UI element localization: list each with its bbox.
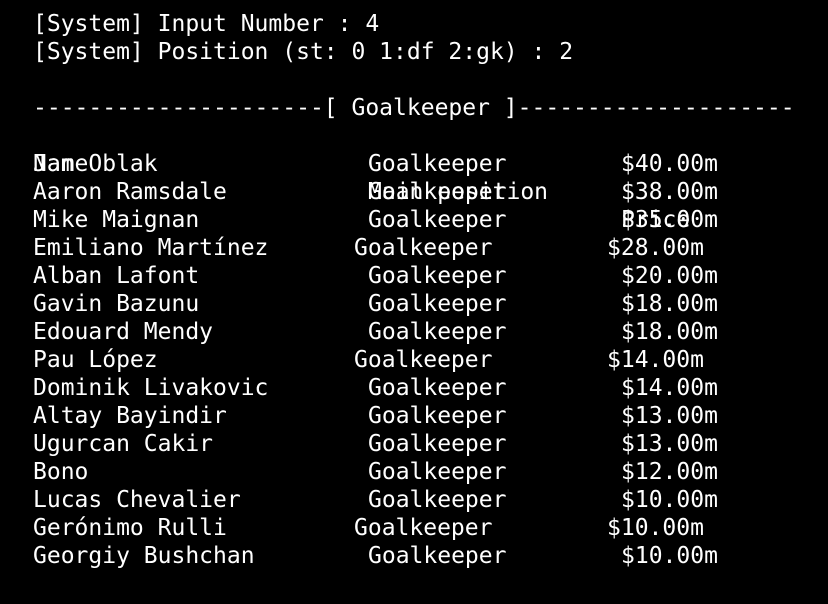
player-position: Goalkeeper <box>368 487 507 513</box>
table-row: Jan Oblak Goalkeeper $40.00m <box>33 150 828 178</box>
table-row: Georgiy Bushchan Goalkeeper $10.00m <box>33 542 828 570</box>
player-position: Goalkeeper <box>368 403 507 429</box>
player-name: Emiliano Martínez <box>33 235 269 261</box>
player-name: Dominik Livakovic <box>33 375 269 401</box>
table-row: Lucas Chevalier Goalkeeper $10.00m <box>33 486 828 514</box>
player-position: Goalkeeper <box>368 459 507 485</box>
player-price: $28.00m <box>607 235 704 261</box>
player-price: $10.00m <box>621 487 718 513</box>
player-name: Alban Lafont <box>33 263 200 289</box>
player-name: Mike Maignan <box>33 207 200 233</box>
table-row: Altay Bayindir Goalkeeper $13.00m <box>33 402 828 430</box>
player-position: Goalkeeper <box>368 291 507 317</box>
table-header: Name Main position Price <box>33 122 828 233</box>
player-price: $13.00m <box>621 403 718 429</box>
player-position: Goalkeeper <box>368 319 507 345</box>
player-name: Edouard Mendy <box>33 319 214 345</box>
player-price: $35.00m <box>621 207 718 233</box>
table-row: Mike Maignan Goalkeeper $35.00m <box>33 206 828 234</box>
player-price: $14.00m <box>607 347 704 373</box>
player-price: $18.00m <box>621 291 718 317</box>
player-position: Goalkeeper <box>368 543 507 569</box>
player-position: Goalkeeper <box>354 515 493 541</box>
player-name: Bono <box>33 459 89 485</box>
player-price: $18.00m <box>621 319 718 345</box>
player-position: Goalkeeper <box>368 207 507 233</box>
player-price: $14.00m <box>621 375 718 401</box>
player-name: Pau López <box>33 347 158 373</box>
player-position: Goalkeeper <box>354 235 493 261</box>
player-price: $20.00m <box>621 263 718 289</box>
player-price: $13.00m <box>621 431 718 457</box>
player-name: Gavin Bazunu <box>33 291 200 317</box>
player-price: $40.00m <box>621 151 718 177</box>
table-row: Ugurcan Cakir Goalkeeper $13.00m <box>33 430 828 458</box>
player-name: Ugurcan Cakir <box>33 431 214 457</box>
player-position: Goalkeeper <box>368 263 507 289</box>
table-row: Emiliano Martínez Goalkeeper $28.00m <box>33 234 828 262</box>
system-position-line: [System] Position (st: 0 1:df 2:gk) : 2 <box>33 39 574 65</box>
player-position: Goalkeeper <box>354 347 493 373</box>
player-price: $12.00m <box>621 459 718 485</box>
player-position: Goalkeeper <box>368 151 507 177</box>
table-row: Pau López Goalkeeper $14.00m <box>33 346 828 374</box>
player-position: Goalkeeper <box>368 375 507 401</box>
player-name: Altay Bayindir <box>33 403 227 429</box>
player-position: Goalkeeper <box>368 431 507 457</box>
player-price: $10.00m <box>607 515 704 541</box>
table-row: Aaron Ramsdale Goalkeeper $38.00m <box>33 178 828 206</box>
table-row: Gavin Bazunu Goalkeeper $18.00m <box>33 290 828 318</box>
table-row: Gerónimo Rulli Goalkeeper $10.00m <box>33 514 828 542</box>
terminal-window[interactable]: [System] Input Number : 4 [System] Posit… <box>0 0 828 604</box>
system-input-line: [System] Input Number : 4 <box>33 11 380 37</box>
player-price: $38.00m <box>621 179 718 205</box>
player-position: Goalkeeper <box>368 179 507 205</box>
player-list: Jan Oblak Goalkeeper $40.00m Aaron Ramsdale… <box>33 150 828 570</box>
player-price: $10.00m <box>621 543 718 569</box>
table-row: Bono Goalkeeper $12.00m <box>33 458 828 486</box>
player-name: Aaron Ramsdale <box>33 179 227 205</box>
section-header: ---------------------[ Goalkeeper ]-----… <box>33 95 795 121</box>
player-name: Jan Oblak <box>33 151 158 177</box>
table-row: Alban Lafont Goalkeeper $20.00m <box>33 262 828 290</box>
player-name: Gerónimo Rulli <box>33 515 227 541</box>
player-name: Georgiy Bushchan <box>33 543 255 569</box>
player-name: Lucas Chevalier <box>33 487 241 513</box>
table-row: Dominik Livakovic Goalkeeper $14.00m <box>33 374 828 402</box>
table-row: Edouard Mendy Goalkeeper $18.00m <box>33 318 828 346</box>
